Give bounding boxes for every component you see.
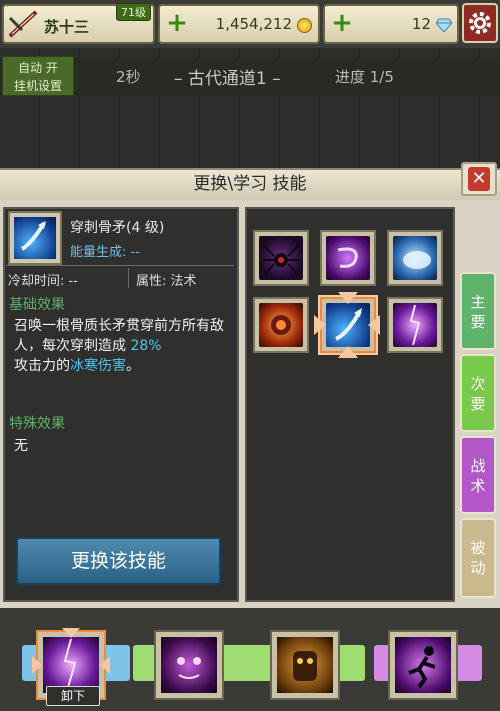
add-gems-button[interactable]: + — [329, 10, 355, 38]
equipped-slot-secondary-1[interactable] — [154, 630, 224, 700]
purple-vortex-skill-icon — [326, 236, 370, 280]
tab-tactic[interactable]: 战 术 — [460, 436, 496, 514]
tab-passive[interactable]: 被 动 — [460, 518, 496, 598]
divider — [128, 268, 129, 288]
settings-button[interactable] — [462, 3, 498, 43]
skill-slot-fire[interactable] — [253, 297, 309, 353]
bone-spear-icon — [14, 217, 56, 259]
skill-slot-vortex[interactable] — [320, 230, 376, 286]
bone-spear-skill-icon — [326, 303, 370, 347]
weapon-icon — [8, 10, 38, 38]
skill-slot-spider[interactable] — [253, 230, 309, 286]
basic-effect-damage-type: 冰寒伤害 — [70, 358, 126, 374]
skill-attribute: 属性: 法术 — [136, 274, 197, 289]
skill-slot-frost[interactable] — [387, 230, 443, 286]
basic-effect-text-3: 。 — [126, 358, 140, 374]
auto-settings-label: 挂机设置 — [13, 79, 62, 93]
basic-effect-percent: 28% — [130, 338, 162, 354]
player-panel[interactable]: 苏十三 71级 — [2, 3, 155, 44]
swap-skill-button[interactable]: 更换该技能 — [16, 537, 221, 585]
divider — [6, 265, 234, 266]
equipped-slot-tactic[interactable] — [388, 630, 458, 700]
spider-skill-icon — [259, 236, 303, 280]
skill-name: 穿刺骨矛 — [70, 220, 126, 236]
selection-arrow-icon — [338, 346, 358, 358]
auto-battle-button[interactable]: 自动 开 挂机设置 — [2, 56, 74, 96]
fire-fist-skill-icon — [259, 303, 303, 347]
stage-timer: 2秒 — [116, 68, 141, 86]
skill-slot-lightning[interactable] — [387, 297, 443, 353]
special-effect-text: 无 — [14, 438, 28, 454]
equipped-slot-secondary-2[interactable] — [270, 630, 340, 700]
stage-progress: 进度 1/5 — [335, 68, 394, 86]
shadow-runner-skill-icon — [395, 637, 451, 693]
selection-arrow-icon — [100, 656, 110, 674]
tab-tactic-label-1: 战 — [470, 457, 486, 475]
close-button[interactable]: ✕ — [461, 162, 497, 196]
gear-icon — [469, 12, 491, 34]
skill-level: (4 级) — [126, 220, 165, 236]
gem-amount: 12 — [411, 15, 431, 33]
player-level-badge: 71级 — [116, 3, 151, 21]
tab-passive-label-2: 动 — [470, 559, 486, 577]
tab-tactic-label-2: 术 — [470, 477, 486, 495]
diamond-icon — [436, 18, 452, 32]
tab-passive-label-1: 被 — [470, 539, 486, 557]
skill-cooldown: 冷却时间: -- — [8, 274, 78, 289]
stage-name: – 古代通道1 – — [174, 69, 281, 89]
auto-label: 自动 开 — [18, 61, 58, 75]
selected-skill-icon — [8, 211, 62, 265]
violet-lightning-skill-icon — [43, 637, 99, 693]
gold-coin-icon — [297, 18, 312, 33]
unequip-button[interactable]: 卸下 — [46, 686, 100, 706]
basic-effect-text-2: 攻击力的 — [14, 358, 70, 374]
basic-effect-heading: 基础效果 — [9, 297, 65, 313]
selection-arrow-icon — [62, 628, 80, 638]
demon-face-skill-icon — [161, 637, 217, 693]
golem-skill-icon — [277, 637, 333, 693]
skill-energy: 能量生成: -- — [70, 245, 140, 260]
frost-beast-skill-icon — [393, 236, 437, 280]
special-effect-heading: 特殊效果 — [9, 416, 65, 432]
basic-effect-text-1: 召唤一根骨质长矛贯穿前方所有敌人，每次穿刺造成 — [14, 318, 224, 354]
tab-primary[interactable]: 主 要 — [460, 272, 496, 350]
add-gold-button[interactable]: + — [164, 10, 190, 38]
panel-title: 更换\学习 技能 — [0, 170, 500, 200]
selection-arrow-icon — [368, 315, 380, 335]
tab-secondary-label-1: 次 — [470, 375, 486, 393]
gem-panel: + 12 — [323, 4, 459, 44]
player-name: 苏十三 — [44, 18, 90, 36]
selection-arrow-icon — [314, 315, 326, 335]
selection-arrow-icon — [32, 656, 42, 674]
basic-effect-text: 召唤一根骨质长矛贯穿前方所有敌人，每次穿刺造成 28% 攻击力的冰寒伤害。 — [14, 316, 236, 376]
skill-name-line: 穿刺骨矛(4 级) — [70, 217, 164, 237]
violet-lightning-skill-icon — [393, 303, 437, 347]
selection-arrow-icon — [338, 292, 358, 304]
gold-panel: + 1,454,212 — [158, 4, 320, 44]
gold-amount: 1,454,212 — [215, 15, 292, 33]
tab-primary-label-2: 要 — [470, 313, 486, 331]
tab-secondary-label-2: 要 — [470, 395, 486, 413]
close-icon: ✕ — [468, 167, 490, 191]
tab-secondary[interactable]: 次 要 — [460, 354, 496, 432]
tab-primary-label-1: 主 — [470, 293, 486, 311]
